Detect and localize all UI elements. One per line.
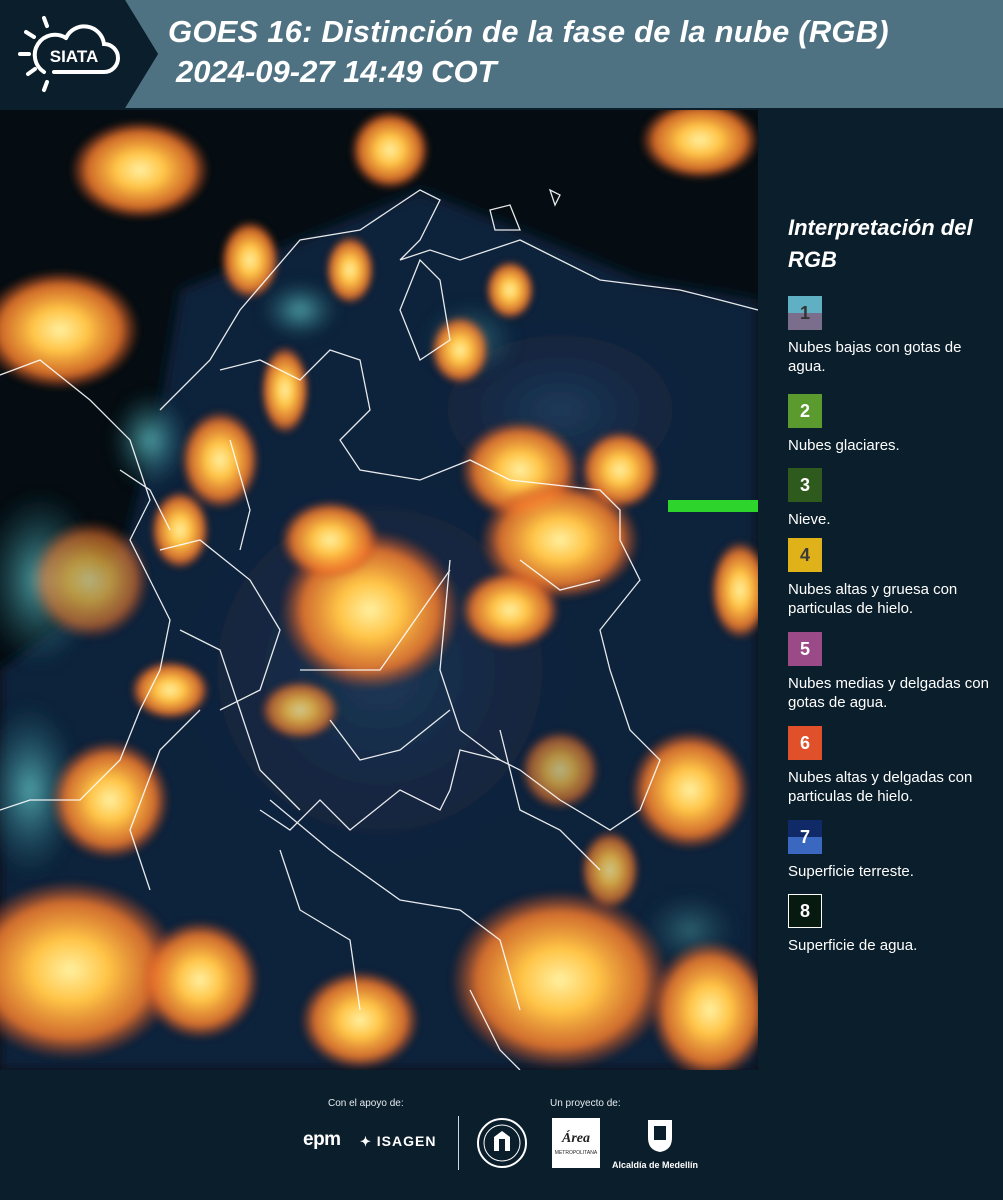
siata-logo-text: SIATA [50,47,98,66]
legend-label-1: Nubes bajas con gotas de agua. [788,339,962,375]
satellite-image [0,110,758,1070]
legend-label-6: Nubes altas y delgadas con particulas de… [788,769,973,805]
footer-divider [458,1116,459,1170]
support-label: Con el apoyo de: [328,1098,404,1109]
svg-text:Área: Área [561,1129,590,1146]
footer: Con el apoyo de: Un proyecto de: epm ✦ I… [0,1070,1003,1200]
legend-item-5: 5 Nubes medias y delgadas con gotas de a… [788,632,993,712]
legend-item-3: 3 Nieve. [788,468,993,529]
legend-title: Interpretación del RGB [788,215,973,272]
epm-logo: epm [303,1129,341,1150]
project-label: Un proyecto de: [550,1098,621,1109]
isagen-label: ISAGEN [376,1133,437,1149]
legend-label-4: Nubes altas y gruesa con particulas de h… [788,581,958,617]
legend-item-4: 4 Nubes altas y gruesa con particulas de… [788,538,993,618]
legend-label-7: Superficie terreste. [788,863,914,880]
legend-swatch-2: 2 [788,394,822,428]
legend-label-3: Nieve. [788,511,831,528]
legend-label-2: Nubes glaciares. [788,437,900,454]
alcaldia-shield-icon [648,1120,672,1152]
legend-swatch-5: 5 [788,632,822,666]
legend-label-5: Nubes medias y delgadas con gotas de agu… [788,675,989,711]
legend-swatch-6: 6 [788,726,822,760]
satellite-rgb-image [0,110,758,1070]
alcaldia-label: Alcaldía de Medellín [612,1160,699,1170]
svg-text:METROPOLITANA: METROPOLITANA [555,1150,598,1156]
legend-swatch-1: 1 [788,296,822,330]
image-timestamp: 2024-09-27 14:49 COT [176,54,497,89]
legend-swatch-4: 4 [788,538,822,572]
legend-swatch-3: 3 [788,468,822,502]
medellin-seal-icon [477,1118,527,1168]
legend-swatch-7: 7 [788,820,822,854]
isagen-mark-icon: ✦ [360,1134,372,1149]
area-metropolitana-logo: Área METROPOLITANA [552,1118,600,1168]
legend-item-7: 7 Superficie terreste. [788,820,993,881]
page-title: GOES 16: Distinción de la fase de la nub… [168,14,889,49]
legend-item-8: 8 Superficie de agua. [788,894,993,955]
legend-item-2: 2 Nubes glaciares. [788,394,993,455]
legend-swatch-8: 8 [788,894,822,928]
legend-item-6: 6 Nubes altas y delgadas con particulas … [788,726,993,806]
siata-logo: SIATA [18,16,120,92]
legend: Interpretación del RGB 1 Nubes bajas con… [776,212,996,954]
legend-item-1: 1 Nubes bajas con gotas de agua. [788,296,993,376]
header: SIATA GOES 16: Distinción de la fase de … [0,0,1003,108]
isagen-logo: ✦ ISAGEN [360,1133,436,1150]
legend-label-8: Superficie de agua. [788,937,918,954]
